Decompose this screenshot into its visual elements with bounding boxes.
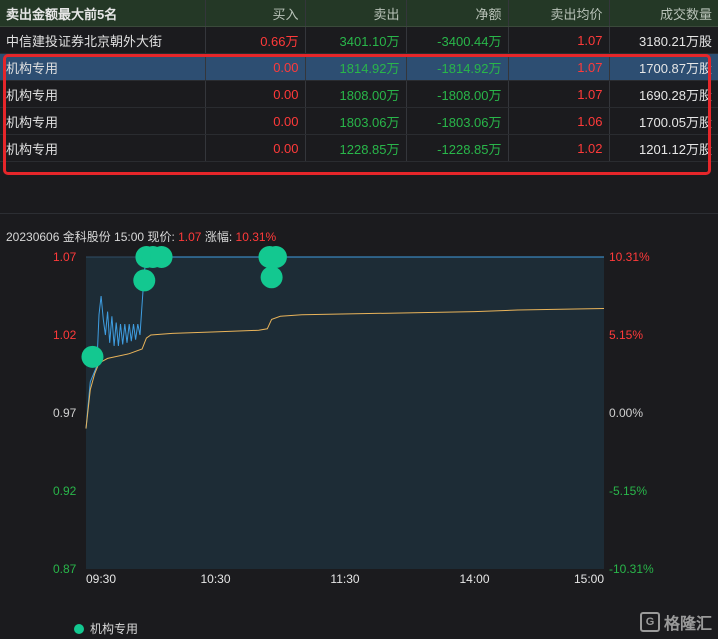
avg-sell-price: 1.02 <box>508 134 610 162</box>
trade-marker <box>260 266 283 289</box>
header-net: 净额 <box>406 0 509 27</box>
header-avg-sell-price: 卖出均价 <box>508 0 610 27</box>
net-amount: -1228.85万 <box>406 134 509 162</box>
x-tick-label: 15:00 <box>574 572 604 584</box>
seller-top5-table: 卖出金额最大前5名 买入 卖出 净额 卖出均价 成交数量 中信建投证券北京朝外大… <box>0 0 718 162</box>
y-tick-right: -5.15% <box>609 484 647 498</box>
header-seller-name: 卖出金额最大前5名 <box>0 0 206 27</box>
section-divider <box>0 213 718 214</box>
sell-amount: 1814.92万 <box>305 53 407 81</box>
seller-name: 机构专用 <box>0 53 206 81</box>
y-tick-left: 0.92 <box>53 484 77 498</box>
avg-sell-price: 1.07 <box>508 53 610 81</box>
table-row[interactable]: 机构专用 0.00 1803.06万 -1803.06万 1.06 1700.0… <box>0 107 718 135</box>
seller-name: 中信建投证券北京朝外大街 <box>0 26 206 54</box>
intraday-chart: 1.07 10.31% 1.02 5.15% 0.97 0.00% 0.92 -5.15% 0.… <box>53 246 654 584</box>
buy-amount: 0.66万 <box>205 26 306 54</box>
y-tick-right: 5.15% <box>609 328 643 342</box>
table-header-row: 卖出金额最大前5名 买入 卖出 净额 卖出均价 成交数量 <box>0 0 718 27</box>
volume: 3180.21万股 <box>609 26 718 54</box>
x-tick-label: 09:30 <box>86 572 116 584</box>
buy-amount: 0.00 <box>205 80 306 108</box>
y-tick-left: 0.87 <box>53 562 77 576</box>
table-row[interactable]: 机构专用 0.00 1228.85万 -1228.85万 1.02 1201.1… <box>0 134 718 162</box>
chart-date-stock-time: 20230606 金科股份 15:00 <box>6 230 145 244</box>
volume: 1700.05万股 <box>609 107 718 135</box>
price-label: 现价: <box>147 230 175 244</box>
watermark-text: 格隆汇 <box>664 616 713 633</box>
seller-name: 机构专用 <box>0 80 206 108</box>
volume: 1700.87万股 <box>609 53 718 81</box>
y-tick-left: 1.07 <box>53 250 77 264</box>
plot-area <box>86 257 604 569</box>
table-row[interactable]: 机构专用 0.00 1814.92万 -1814.92万 1.07 1700.8… <box>0 53 718 81</box>
header-sell: 卖出 <box>305 0 407 27</box>
avg-sell-price: 1.07 <box>508 26 610 54</box>
x-tick-label: 10:30 <box>200 572 230 584</box>
sell-amount: 3401.10万 <box>305 26 407 54</box>
trade-marker <box>150 246 173 268</box>
net-amount: -1803.06万 <box>406 107 509 135</box>
x-tick-label: 11:30 <box>330 572 359 584</box>
logo-icon: G <box>640 612 660 632</box>
buy-amount: 0.00 <box>205 134 306 162</box>
legend-marker-dot <box>74 623 84 634</box>
net-amount: -3400.44万 <box>406 26 509 54</box>
y-tick-right: -10.31% <box>609 562 654 576</box>
avg-sell-price: 1.07 <box>508 80 610 108</box>
buy-amount: 0.00 <box>205 53 306 81</box>
sell-amount: 1228.85万 <box>305 134 407 162</box>
avg-sell-price: 1.06 <box>508 107 610 135</box>
seller-name: 机构专用 <box>0 107 206 135</box>
y-tick-left: 0.97 <box>53 406 77 420</box>
trade-marker <box>81 345 104 368</box>
chart-legend: 机构专用 <box>74 620 138 637</box>
trade-marker <box>133 269 156 292</box>
sell-amount: 1808.00万 <box>305 80 407 108</box>
watermark-logo: G 格隆汇 <box>640 610 712 634</box>
change-percent: 10.31% <box>235 230 277 244</box>
header-buy: 买入 <box>205 0 306 27</box>
header-volume: 成交数量 <box>609 0 718 27</box>
net-amount: -1814.92万 <box>406 53 509 81</box>
current-price: 1.07 <box>178 230 202 244</box>
buy-amount: 0.00 <box>205 107 306 135</box>
trade-marker <box>264 246 287 268</box>
table-row[interactable]: 中信建投证券北京朝外大街 0.66万 3401.10万 -3400.44万 1.… <box>0 26 718 54</box>
chart-header: 20230606 金科股份 15:00 现价: 1.07 涨幅: 10.31% <box>6 228 276 245</box>
y-tick-right: 10.31% <box>609 250 650 264</box>
x-tick-label: 14:00 <box>459 572 489 584</box>
y-tick-left: 1.02 <box>53 328 77 342</box>
legend-label: 机构专用 <box>90 622 139 636</box>
volume: 1201.12万股 <box>609 134 718 162</box>
seller-name: 机构专用 <box>0 134 206 162</box>
sell-amount: 1803.06万 <box>305 107 407 135</box>
table-row[interactable]: 机构专用 0.00 1808.00万 -1808.00万 1.07 1690.2… <box>0 80 718 108</box>
volume: 1690.28万股 <box>609 80 718 108</box>
y-tick-right: 0.00% <box>609 406 643 420</box>
net-amount: -1808.00万 <box>406 80 509 108</box>
change-label: 涨幅: <box>204 230 233 244</box>
